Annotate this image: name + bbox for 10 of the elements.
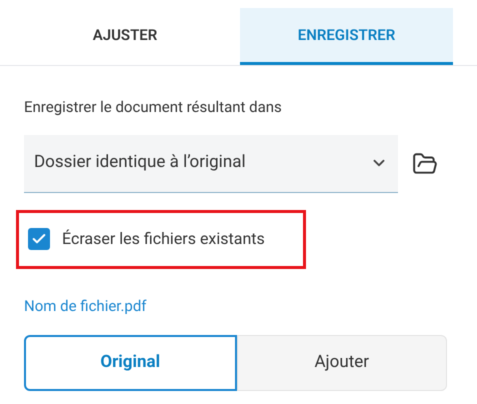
folder-dropdown[interactable]: Dossier identique à l’original xyxy=(24,134,398,192)
segment-button[interactable]: Ajouter xyxy=(236,335,447,391)
checkbox[interactable] xyxy=(28,228,50,250)
segment-button[interactable]: Original xyxy=(24,335,236,391)
section-label: Enregistrer le document résultant dans xyxy=(24,97,283,118)
tab[interactable]: AJUSTER xyxy=(10,8,240,65)
tab[interactable]: ENREGISTRER xyxy=(240,8,453,65)
file-name-link[interactable]: Nom de fichier.pdf xyxy=(24,294,453,317)
checkbox-label: Écraser les fichiers existants xyxy=(62,228,265,250)
folder-icon[interactable] xyxy=(412,150,438,176)
